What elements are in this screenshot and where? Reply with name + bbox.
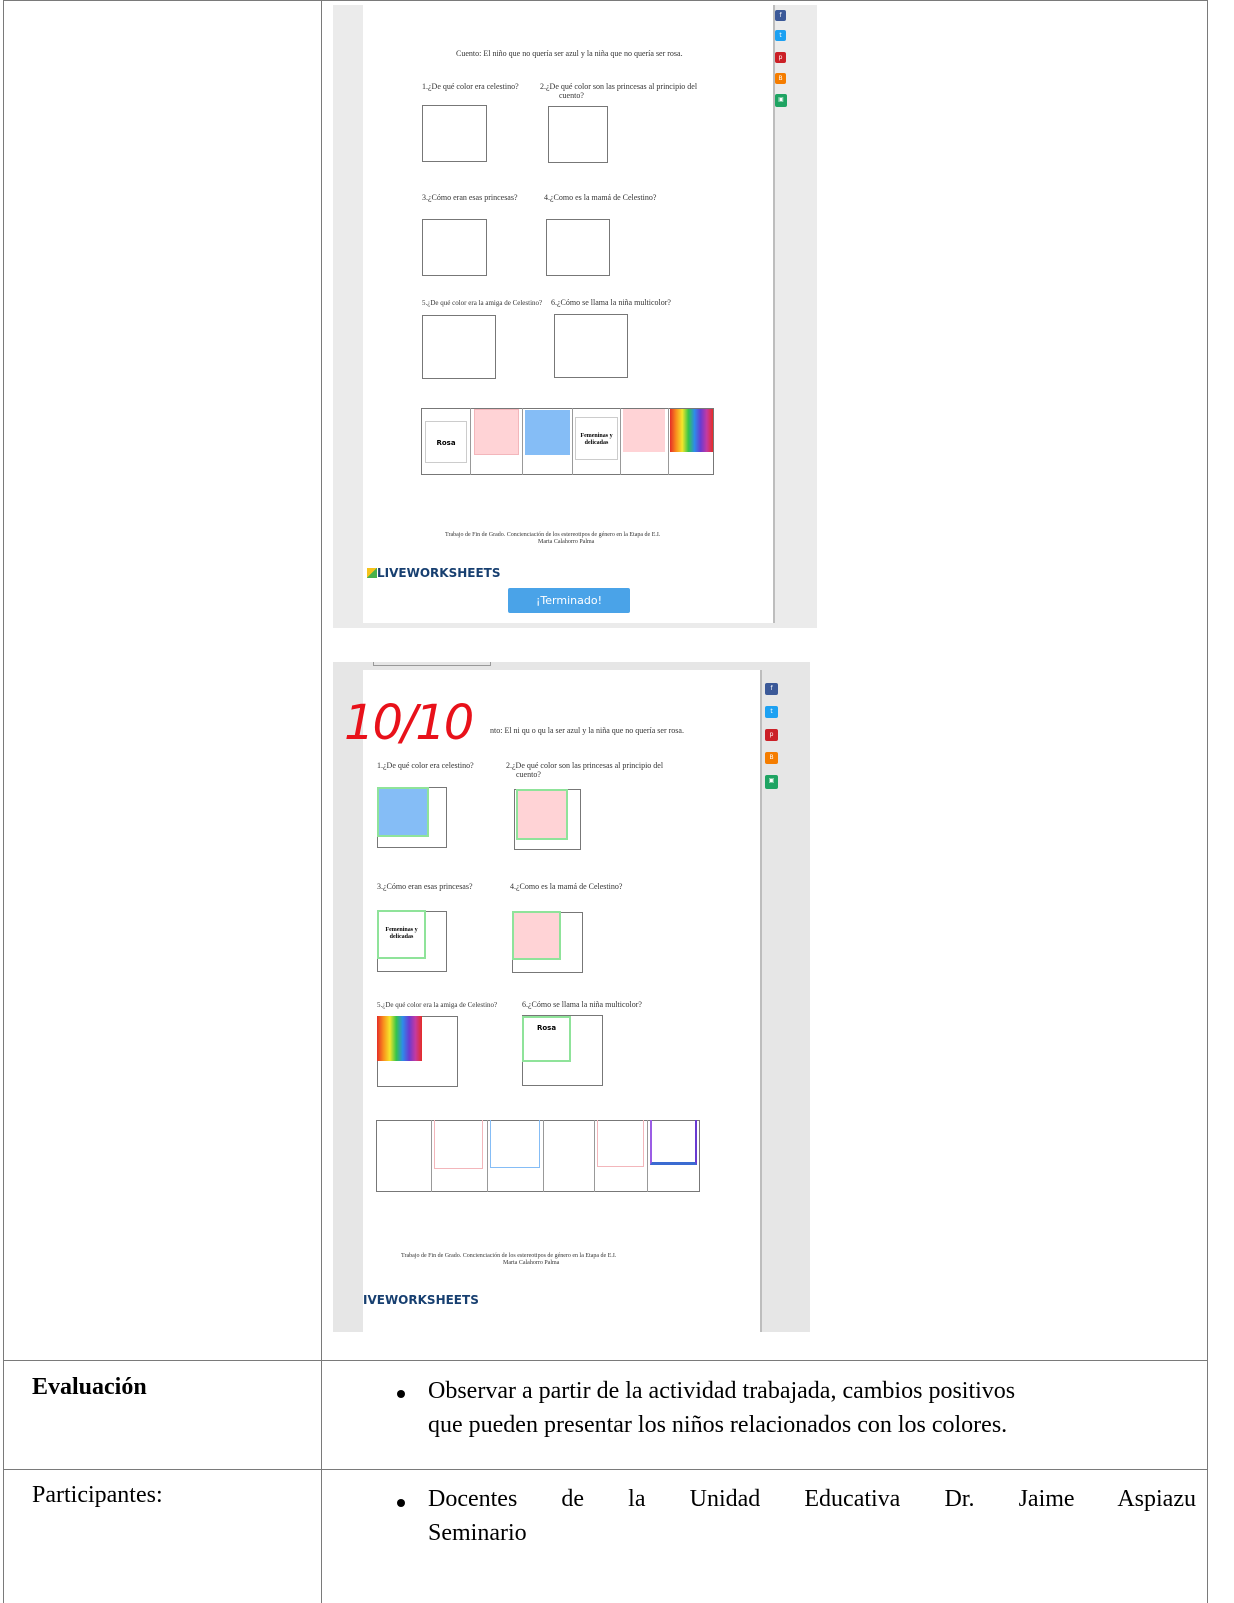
worksheet-footer: Trabajo de Fin de Grado. Concienciación … xyxy=(445,532,661,538)
table-row-divider-1 xyxy=(3,1360,1208,1361)
card-label: Rosa xyxy=(536,1024,557,1032)
answer-box-1[interactable] xyxy=(422,105,487,162)
worksheet-title: Cuento: El niño que no quería ser azul y… xyxy=(456,49,683,58)
answer-box-4[interactable] xyxy=(546,219,610,276)
question-2-line-2: cuento? xyxy=(559,91,584,100)
bank-divider xyxy=(668,408,669,475)
drag-card-rosa[interactable]: Rosa xyxy=(425,421,467,463)
answer-box-6[interactable] xyxy=(554,314,628,378)
question-6: 6.¿Cómo se llama la niña multicolor? xyxy=(551,298,671,307)
classroom-icon[interactable]: ▣ xyxy=(775,94,787,107)
card-label-line-2: delicadas xyxy=(389,934,414,940)
bank-divider xyxy=(487,1120,488,1192)
drag-card-femeninas[interactable]: Femeninas y delicadas xyxy=(575,417,618,460)
pinterest-icon[interactable]: p xyxy=(775,52,786,63)
worksheet-footer: Trabajo de Fin de Grado. Concienciación … xyxy=(401,1253,617,1259)
bank-slot-outline-rainbow xyxy=(650,1120,697,1165)
bank-slot-outline-pink xyxy=(434,1120,483,1169)
liveworksheets-logo: LIVEWORKSHEETS xyxy=(377,566,501,580)
placed-card-blue xyxy=(377,787,429,837)
answer-box-2[interactable] xyxy=(548,106,608,163)
table-border-left xyxy=(3,0,4,1603)
blogger-icon[interactable]: B xyxy=(765,752,778,764)
zoom-control-fragment xyxy=(373,662,491,666)
answer-box-3[interactable] xyxy=(422,219,487,276)
twitter-icon[interactable]: t xyxy=(775,30,786,41)
card-label-line-2: delicadas xyxy=(584,440,609,446)
worksheet-footer-author: Marta Calahorro Palma xyxy=(538,539,595,545)
table-border-top xyxy=(3,0,1208,1)
question-4: 4.¿Como es la mamá de Celestino? xyxy=(544,193,657,202)
bank-divider xyxy=(620,408,621,475)
participantes-item-line-1: Docentes de la Unidad Educativa Dr. Jaim… xyxy=(428,1486,1196,1512)
question-2: 2.¿De qué color son las princesas al pri… xyxy=(506,761,663,779)
drag-card-blue[interactable] xyxy=(525,410,570,455)
question-2-line-2: cuento? xyxy=(516,770,541,779)
evaluacion-item-line-2: que pueden presentar los niños relaciona… xyxy=(428,1412,1008,1438)
row-label-participantes: Participantes: xyxy=(32,1482,163,1508)
evaluacion-item: Observar a partir de la actividad trabaj… xyxy=(428,1374,1196,1442)
answer-box-5[interactable] xyxy=(422,315,496,379)
evaluacion-item-line-1: Observar a partir de la actividad trabaj… xyxy=(428,1378,1016,1404)
blogger-icon[interactable]: B xyxy=(775,73,786,84)
question-2-line-1: 2.¿De qué color son las princesas al pri… xyxy=(540,82,698,91)
bank-divider xyxy=(522,408,523,475)
facebook-icon[interactable]: f xyxy=(775,10,786,21)
bank-divider xyxy=(647,1120,648,1192)
question-4: 4.¿Como es la mamá de Celestino? xyxy=(510,882,623,891)
drag-card-rainbow[interactable] xyxy=(670,409,713,452)
participantes-item: Docentes de la Unidad Educativa Dr. Jaim… xyxy=(428,1482,1196,1550)
bank-divider xyxy=(543,1120,544,1192)
table-border-right xyxy=(1207,0,1208,1603)
liveworksheets-logo-icon xyxy=(367,568,377,578)
question-1: 1.¿De qué color era celestino? xyxy=(422,82,519,91)
table-border-middle xyxy=(321,0,322,1603)
question-2: 2.¿De qué color son las princesas al pri… xyxy=(540,82,697,100)
bullet xyxy=(397,1390,405,1398)
finish-button[interactable]: ¡Terminado! xyxy=(508,588,630,613)
participantes-item-line-2: Seminario xyxy=(428,1520,527,1546)
bank-divider xyxy=(572,408,573,475)
score-mark: 10/10 xyxy=(344,695,474,751)
placed-card-pink xyxy=(516,789,568,840)
question-6: 6.¿Cómo se llama la niña multicolor? xyxy=(522,1000,642,1009)
drag-card-pink[interactable] xyxy=(474,409,519,455)
question-3: 3.¿Cómo eran esas princesas? xyxy=(377,882,473,891)
bank-divider xyxy=(431,1120,432,1192)
row-label-evaluacion: Evaluación xyxy=(32,1374,147,1400)
twitter-icon[interactable]: t xyxy=(765,706,778,718)
placed-card-rainbow xyxy=(377,1016,422,1061)
bank-slot-outline-blue xyxy=(490,1120,540,1168)
worksheet-footer-author: Marta Calahorro Palma xyxy=(503,1260,560,1266)
placed-card-rosa: Rosa xyxy=(522,1016,571,1062)
question-5: 5.¿De qué color era la amiga de Celestin… xyxy=(377,1001,498,1009)
card-label-line-1: Femeninas y xyxy=(385,927,418,933)
worksheet-title-partial: nto: El ni qu o qu la ser azul y la niña… xyxy=(490,726,684,735)
facebook-icon[interactable]: f xyxy=(765,683,778,695)
bank-divider xyxy=(594,1120,595,1192)
card-label-line-1: Femeninas y xyxy=(580,433,613,439)
pinterest-icon[interactable]: p xyxy=(765,729,778,741)
question-5: 5.¿De qué color era la amiga de Celestin… xyxy=(422,299,543,307)
bank-divider xyxy=(470,408,471,475)
liveworksheets-logo: IVEWORKSHEETS xyxy=(363,1293,479,1307)
placed-card-pink-2 xyxy=(512,911,561,960)
question-1: 1.¿De qué color era celestino? xyxy=(377,761,474,770)
table-row-divider-2 xyxy=(3,1469,1208,1470)
card-label: Rosa xyxy=(436,439,456,447)
bank-slot-outline-pink-2 xyxy=(597,1120,644,1167)
classroom-icon[interactable]: ▣ xyxy=(765,775,778,789)
bullet xyxy=(397,1499,405,1507)
question-2-line-1: 2.¿De qué color son las princesas al pri… xyxy=(506,761,664,770)
question-3: 3.¿Cómo eran esas princesas? xyxy=(422,193,518,202)
placed-card-femeninas: Femeninas y delicadas xyxy=(377,910,426,959)
drag-card-pink-2[interactable] xyxy=(623,409,665,452)
worksheet-page-shadow xyxy=(760,670,762,1332)
